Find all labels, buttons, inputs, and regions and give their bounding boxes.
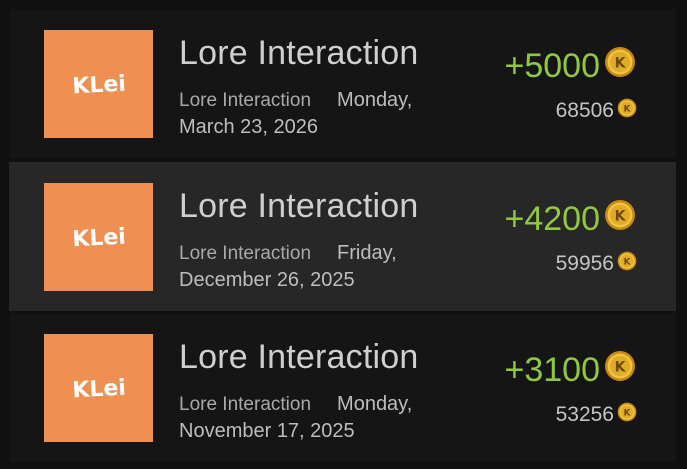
- amount-value: +5000: [504, 47, 601, 85]
- klei-coin-icon: K: [604, 350, 636, 391]
- svg-text:K: K: [615, 209, 627, 225]
- klei-logo: KLei: [44, 334, 153, 442]
- balance-value: 53256: [555, 403, 614, 426]
- klei-coin-icon: K: [617, 98, 637, 124]
- balance-value: 68506: [555, 99, 614, 122]
- transaction-row[interactable]: KLei Lore Interaction Lore Interaction Mo…: [9, 313, 676, 462]
- transaction-subtitle: Lore Interaction: [179, 394, 312, 415]
- klei-coin-icon: K: [604, 199, 636, 240]
- transaction-title: Lore Interaction: [179, 34, 419, 72]
- transaction-amount: +5000 K: [505, 46, 637, 87]
- balance-value: 59956: [555, 252, 614, 275]
- svg-text:KLei: KLei: [71, 376, 126, 403]
- klei-logo-wordmark: KLei: [71, 72, 126, 99]
- klei-logo-wordmark: KLei: [71, 225, 126, 252]
- transaction-title: Lore Interaction: [179, 187, 419, 225]
- klei-logo: KLei: [44, 183, 153, 291]
- transaction-list: KLei Lore Interaction Lore Interaction Mo…: [0, 0, 687, 469]
- transaction-row[interactable]: KLei Lore Interaction Lore Interaction Fr…: [9, 162, 676, 311]
- transaction-subtitle: Lore Interaction: [179, 90, 312, 111]
- transaction-meta: Lore Interaction Monday, March 23, 2026: [179, 87, 454, 140]
- transaction-meta: Lore Interaction Monday, November 17, 202…: [179, 391, 454, 444]
- transaction-amount: +4200 K: [505, 199, 637, 240]
- klei-logo-wordmark: KLei: [71, 376, 126, 403]
- transaction-row[interactable]: KLei Lore Interaction Lore Interaction Mo…: [9, 9, 676, 158]
- svg-text:K: K: [615, 360, 627, 376]
- transaction-balance: 53256 K: [556, 402, 637, 428]
- transaction-amount: +3100 K: [505, 350, 637, 391]
- svg-text:KLei: KLei: [71, 72, 126, 99]
- transaction-subtitle: Lore Interaction: [179, 243, 312, 264]
- klei-coin-icon: K: [604, 46, 636, 87]
- transaction-balance: 68506 K: [556, 98, 637, 124]
- svg-text:K: K: [615, 56, 627, 72]
- klei-logo: KLei: [44, 30, 153, 138]
- amount-value: +4200: [504, 200, 601, 238]
- klei-coin-icon: K: [617, 251, 637, 277]
- klei-coin-icon: K: [617, 402, 637, 428]
- transaction-meta: Lore Interaction Friday, December 26, 202…: [179, 240, 454, 293]
- transaction-balance: 59956 K: [556, 251, 637, 277]
- svg-text:KLei: KLei: [71, 225, 126, 252]
- amount-value: +3100: [504, 351, 601, 389]
- transaction-title: Lore Interaction: [179, 338, 419, 376]
